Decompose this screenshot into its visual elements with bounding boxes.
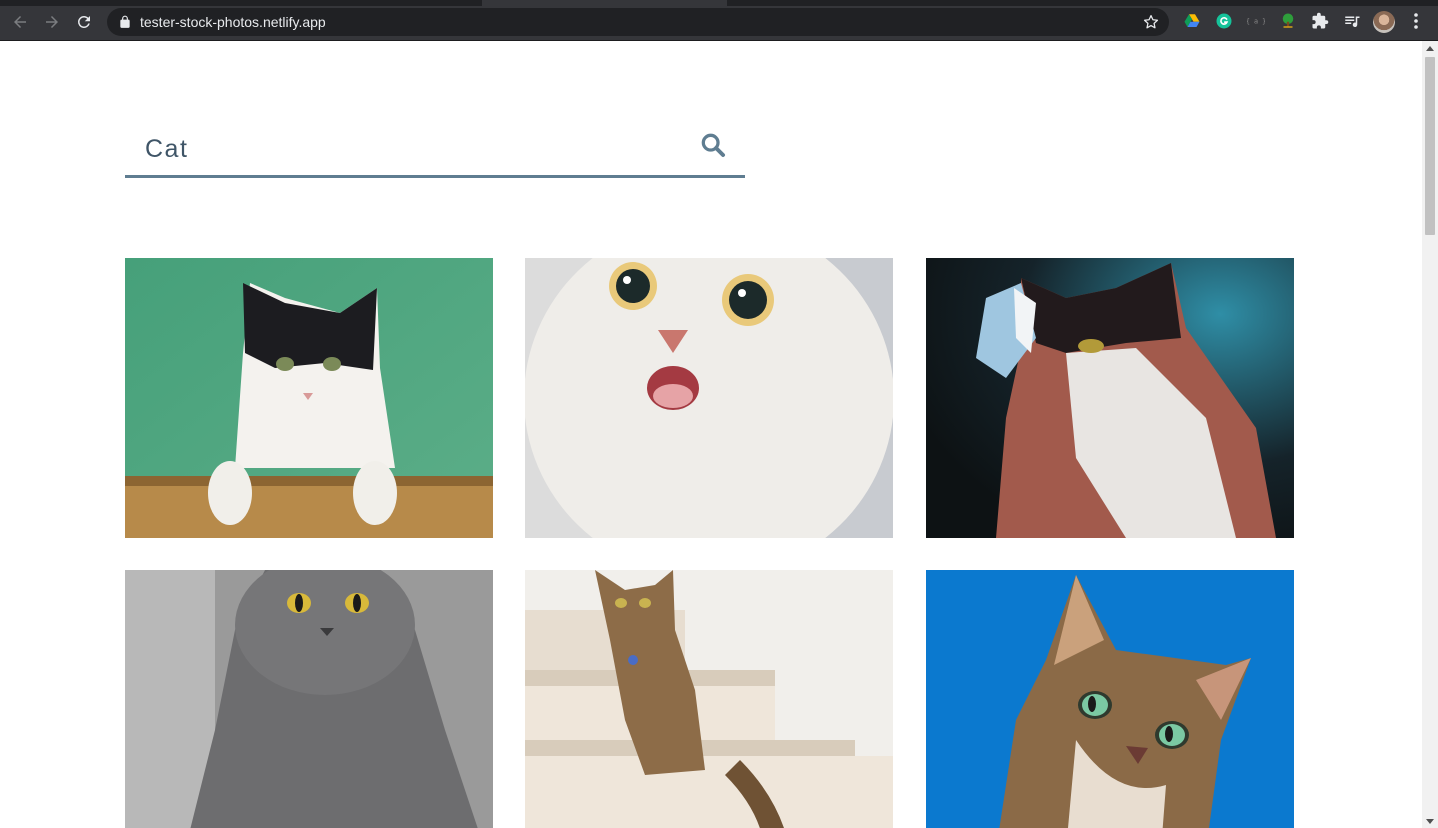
page-viewport [0, 41, 1422, 828]
result-image[interactable] [525, 258, 893, 538]
cat-photo-image [525, 570, 893, 828]
profile-avatar[interactable] [1373, 11, 1395, 33]
grammarly-icon[interactable] [1214, 11, 1234, 31]
result-image[interactable] [926, 570, 1294, 828]
more-vert-icon[interactable] [1408, 11, 1424, 31]
reading-list-icon[interactable] [1342, 11, 1362, 31]
arrow-right-icon [46, 16, 58, 28]
cat-photo-image [125, 258, 493, 538]
arrow-left-icon [14, 16, 26, 28]
forward-button[interactable] [40, 10, 64, 34]
tree-extension-icon[interactable] [1278, 11, 1298, 31]
search-form [125, 125, 745, 178]
search-button[interactable] [697, 130, 729, 162]
extensions-puzzle-icon[interactable] [1310, 11, 1330, 31]
scrollbar-thumb[interactable] [1425, 57, 1435, 235]
google-drive-icon[interactable] [1182, 11, 1202, 31]
vertical-scrollbar[interactable] [1422, 41, 1438, 828]
url-text: tester-stock-photos.netlify.app [140, 14, 326, 30]
cat-photo-image [926, 570, 1294, 828]
svg-text:{ a }: { a } [1247, 18, 1265, 26]
result-image[interactable] [125, 570, 493, 828]
back-button[interactable] [8, 10, 32, 34]
lock-icon [120, 15, 130, 28]
tab-strip [0, 0, 1438, 6]
cat-photo-image [525, 258, 893, 538]
scroll-down-arrow-icon[interactable] [1426, 819, 1434, 824]
browser-toolbar: tester-stock-photos.netlify.app { a } [0, 0, 1438, 41]
reload-icon [77, 15, 90, 28]
result-image[interactable] [125, 258, 493, 538]
reload-button[interactable] [72, 10, 96, 34]
cat-photo-image [926, 258, 1294, 538]
tab-edge [482, 0, 727, 6]
search-icon [701, 133, 726, 157]
cat-photo-image [125, 570, 493, 828]
bookmark-star-icon[interactable] [1142, 13, 1160, 31]
address-bar[interactable]: tester-stock-photos.netlify.app [107, 8, 1169, 36]
scroll-up-arrow-icon[interactable] [1426, 46, 1434, 51]
result-image[interactable] [926, 258, 1294, 538]
result-image[interactable] [525, 570, 893, 828]
search-input[interactable] [125, 125, 685, 173]
json-viewer-icon[interactable]: { a } [1246, 11, 1266, 31]
